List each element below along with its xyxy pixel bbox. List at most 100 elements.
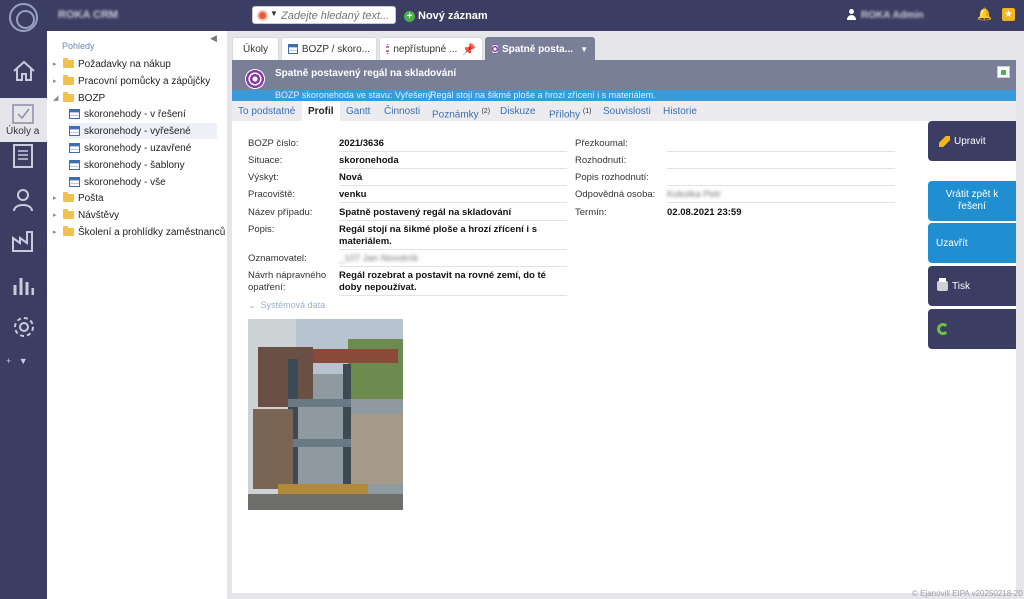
field-value-description: Regál stojí na šikmé ploše a hrozí zříce… [339, 224, 537, 247]
grid-view-icon [69, 109, 80, 119]
pencil-icon [939, 135, 950, 147]
factory-icon [12, 231, 33, 252]
pin-icon[interactable]: 📌 [462, 43, 476, 56]
rail-contacts[interactable] [0, 180, 47, 220]
expand-icon[interactable]: ▸ [53, 60, 63, 68]
return-to-solving-button[interactable]: Vrátit zpět k řešení [928, 181, 1016, 221]
tab-label: Spatně posta... [501, 43, 574, 55]
tab-inaccessible[interactable]: nepřístupné ... 📌 [379, 37, 483, 60]
grid-view-icon [69, 160, 80, 170]
rail-reports[interactable] [0, 265, 47, 305]
field-divider [339, 168, 567, 169]
logo-icon[interactable] [9, 3, 38, 32]
subtab-gantt[interactable]: Gantt [346, 101, 370, 121]
tree-item[interactable]: ◢ BOZP [53, 90, 105, 106]
folder-icon [63, 75, 74, 85]
rail-documents[interactable] [0, 136, 47, 176]
field-value-case-name: Spatně postavený regál na skladování [339, 207, 512, 218]
field-label: Název případu: [248, 207, 313, 218]
field-value-workplace: venku [339, 189, 367, 200]
print-button[interactable]: Tisk [928, 266, 1016, 306]
system-data-toggle[interactable]: ⌄ Systémová data [248, 300, 325, 311]
tree-item-label: Pracovní pomůcky a zápůjčky [78, 75, 211, 87]
tab-current-record[interactable]: Spatně posta... ▼ [485, 37, 595, 60]
subtab-attachments[interactable]: Přílohy (1) [549, 101, 591, 121]
tree-item[interactable]: ▸ Návštěvy [53, 207, 119, 223]
expand-icon[interactable]: ▸ [53, 228, 63, 236]
field-label: Popis: [248, 224, 275, 235]
home-icon [13, 60, 35, 81]
tree-item[interactable]: skoronehody - šablony [69, 157, 185, 173]
tab-bozp[interactable]: BOZP / skoro... [281, 37, 377, 60]
chevron-down-icon: ⌄ [248, 300, 256, 310]
rail-factory[interactable] [0, 222, 47, 262]
tree-item[interactable]: skoronehody - v řešení [69, 106, 186, 122]
printer-icon [937, 278, 948, 291]
field-label: Oznamovatel: [248, 253, 307, 264]
chevron-down-icon[interactable]: ▼ [270, 9, 278, 18]
user-menu[interactable]: ROKA Admin [846, 9, 924, 21]
search-input[interactable] [281, 9, 395, 22]
close-button-label: Uzavřít [936, 237, 968, 249]
bell-icon[interactable]: 🔔 [977, 8, 992, 20]
grid-view-icon [288, 44, 298, 54]
expand-icon[interactable]: ▸ [53, 194, 63, 202]
field-divider [339, 295, 567, 296]
subtab-count: (1) [582, 108, 592, 115]
attachment-photo[interactable] [248, 319, 403, 510]
tree-item-label: Pošta [78, 192, 104, 204]
subtab-summary[interactable]: To podstatné [238, 101, 295, 121]
folder-icon [63, 192, 74, 202]
tree-item-selected[interactable]: skoronehody - vyřešené [69, 123, 217, 139]
window-icon[interactable] [997, 66, 1010, 78]
tree-item[interactable]: ▸ Požadavky na nákup [53, 56, 171, 72]
star-icon[interactable]: ★ [1002, 8, 1015, 21]
field-divider [667, 202, 895, 203]
field-value-situation: skoronehoda [339, 155, 399, 166]
rail-home[interactable] [0, 52, 47, 92]
record-header: Spatně postavený regál na skladování [232, 60, 1016, 90]
field-value-responsible-person[interactable]: Kokolka Petr [667, 189, 721, 201]
grid-view-icon [69, 177, 80, 187]
expand-icon[interactable]: ▸ [53, 77, 63, 85]
tree-header: Pohledy [62, 41, 95, 51]
tree-item[interactable]: ▸ Školení a prohlídky zaměstnanců [53, 224, 225, 240]
refresh-button[interactable] [928, 309, 1016, 349]
close-record-button[interactable]: Uzavřít [928, 223, 1016, 263]
tree-item[interactable]: skoronehody - uzavřené [69, 140, 191, 156]
field-label: Rozhodnutí: [575, 155, 627, 166]
subtab-profile[interactable]: Profil [302, 101, 340, 121]
rail-settings[interactable] [0, 307, 47, 347]
return-button-label: Vrátit zpět k řešení [945, 189, 999, 212]
subtab-discussion[interactable]: Diskuze [500, 101, 536, 121]
tree-item[interactable]: ▸ Pošta [53, 190, 104, 206]
field-value-reporter[interactable]: _107 Jan Novotník [339, 253, 418, 265]
collapse-panel-icon[interactable]: ◀ [210, 33, 217, 44]
new-record-button[interactable]: + Nový záznam [404, 8, 488, 24]
folder-icon [63, 209, 74, 219]
chevron-down-icon[interactable]: ▼ [580, 45, 588, 54]
tree-item-label: skoronehody - v řešení [84, 108, 186, 120]
photo-image [248, 319, 403, 510]
tab-tasks[interactable]: Úkoly [232, 37, 279, 60]
field-label: Přezkoumal: [575, 138, 628, 149]
search-box[interactable]: ▼ [252, 6, 396, 24]
edit-button[interactable]: Upravit [928, 121, 1016, 161]
tree-item[interactable]: ▸ Pracovní pomůcky a zápůjčky [53, 73, 210, 89]
target-icon [386, 44, 390, 54]
subtab-activities[interactable]: Činnosti [384, 101, 420, 121]
collapse-icon[interactable]: ◢ [53, 94, 63, 102]
record-status-bar: BOZP skoronehoda ve stavu: Vyřešený Regá… [232, 90, 1016, 101]
tree-item[interactable]: skoronehody - vše [69, 174, 166, 190]
grid-view-icon [69, 126, 80, 136]
record-title: Spatně postavený regál na skladování [275, 68, 457, 79]
search-scope-icon[interactable] [257, 10, 268, 21]
plus-small-icon: + [6, 356, 12, 366]
subtab-notes[interactable]: Poznámky (2) [432, 101, 490, 121]
target-icon [245, 69, 265, 89]
subtab-relations[interactable]: Souvislosti [603, 101, 651, 121]
expand-icon[interactable]: ▸ [53, 211, 63, 219]
subtab-history[interactable]: Historie [663, 101, 697, 121]
rail-more-menu[interactable]: + ▼ [6, 356, 28, 366]
field-divider [339, 185, 567, 186]
